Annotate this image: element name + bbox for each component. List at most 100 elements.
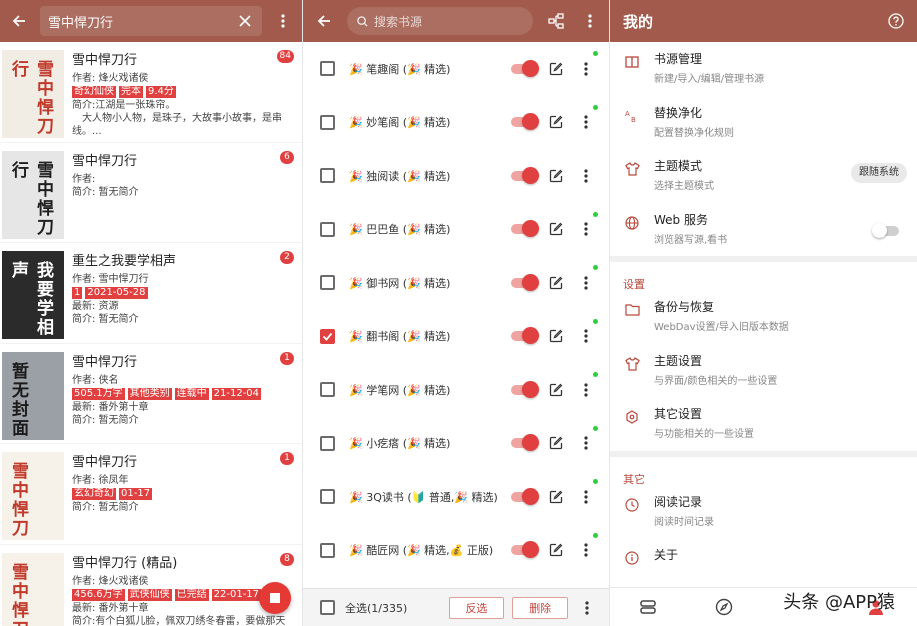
- source-more-button[interactable]: [579, 543, 593, 557]
- delete-button[interactable]: 删除: [512, 596, 569, 619]
- invert-selection-button[interactable]: 反选: [448, 596, 505, 619]
- source-checkbox[interactable]: [320, 168, 335, 184]
- source-name: 🎉 御书网 (🎉 精选): [349, 276, 451, 290]
- source-more-button[interactable]: [579, 490, 593, 504]
- nav-discover[interactable]: [686, 598, 762, 616]
- theme-mode-chip[interactable]: 跟随系统: [851, 163, 907, 183]
- edit-source-button[interactable]: [549, 222, 569, 236]
- select-all-checkbox[interactable]: [320, 600, 335, 615]
- book-info: 雪中悍刀行 作者: 简介: 暂无简介: [64, 151, 302, 243]
- source-row[interactable]: 🎉 酷匠网 (🎉 精选,💰 正版): [303, 524, 609, 578]
- menu-item[interactable]: 备份与恢复 WebDav设置/导入旧版本数据: [610, 290, 917, 344]
- edit-source-button[interactable]: [549, 543, 569, 557]
- source-checkbox[interactable]: [320, 382, 335, 398]
- online-indicator: [593, 532, 598, 538]
- source-more-button[interactable]: [579, 169, 593, 183]
- menu-item[interactable]: 其它设置 与功能相关的一些设置: [610, 397, 917, 451]
- source-checkbox[interactable]: [320, 489, 335, 505]
- book-line: 最新: 资源: [72, 301, 119, 312]
- menu-item[interactable]: 书源管理 新建/导入/编辑/管理书源: [610, 42, 917, 96]
- stop-search-button[interactable]: [259, 582, 291, 614]
- menu-item-text: 书源管理 新建/导入/编辑/管理书源: [654, 51, 917, 87]
- help-button[interactable]: [879, 4, 913, 38]
- edit-source-button[interactable]: [549, 436, 569, 450]
- source-more-button[interactable]: [579, 62, 593, 76]
- menu-item[interactable]: 主题模式 选择主题模式 跟随系统: [610, 149, 917, 203]
- source-more-button[interactable]: [579, 115, 593, 129]
- edit-source-button[interactable]: [549, 490, 569, 504]
- back-button[interactable]: [2, 4, 36, 38]
- source-more-button[interactable]: [579, 222, 593, 236]
- edit-source-button[interactable]: [549, 383, 569, 397]
- source-row[interactable]: 🎉 翻书阁 (🎉 精选): [303, 310, 609, 364]
- book-tag: 其他类别: [127, 387, 172, 400]
- batch-more-button[interactable]: [580, 600, 594, 615]
- search-input[interactable]: 雪中悍刀行: [40, 6, 262, 36]
- source-more-button[interactable]: [579, 329, 593, 343]
- book-row[interactable]: 雪中悍刀行 雪中悍刀行 作者: 简介: 暂无简介 6: [0, 143, 302, 243]
- source-more-button[interactable]: [579, 383, 593, 397]
- group-button[interactable]: [539, 4, 573, 38]
- book-row[interactable]: 我要学相声 重生之我要学相声 作者: 雪中悍刀行 1 2021-05-28 最新:…: [0, 243, 302, 344]
- source-row[interactable]: 🎉 御书网 (🎉 精选): [303, 256, 609, 310]
- book-cover: 雪中悍刀: [2, 452, 64, 540]
- source-enable-switch[interactable]: [511, 113, 539, 131]
- source-row[interactable]: 🎉 小疙瘩 (🎉 精选): [303, 417, 609, 471]
- book-row[interactable]: 雪中悍刀 雪中悍刀行 作者: 徐凤年 玄幻奇幻 01-17 简介: 暂无简介 1: [0, 444, 302, 545]
- edit-source-button[interactable]: [549, 169, 569, 183]
- menu-item[interactable]: 阅读记录 阅读时间记录: [610, 484, 917, 538]
- edit-source-button[interactable]: [549, 276, 569, 290]
- book-line: 最新: 番外第十章: [72, 401, 149, 413]
- book-row[interactable]: 雪中悍刀行 雪中悍刀行 作者: 烽火戏诸侯 奇幻仙侠 完本 9.4分 简介:江湖是一…: [0, 42, 302, 143]
- source-row[interactable]: 🎉 巴巴鱼 (🎉 精选): [303, 203, 609, 257]
- source-enable-switch[interactable]: [511, 487, 539, 505]
- cover-title: 雪中悍刀行: [8, 60, 53, 136]
- source-checkbox[interactable]: [320, 114, 335, 130]
- menu-item[interactable]: 关于: [610, 538, 917, 592]
- source-enable-switch[interactable]: [511, 166, 539, 184]
- source-checkbox[interactable]: [320, 542, 335, 558]
- source-enable-switch[interactable]: [511, 434, 539, 452]
- book-author: 作者: 烽火戏诸侯: [72, 73, 149, 84]
- source-row[interactable]: 🎉 独阅读 (🎉 精选): [303, 149, 609, 203]
- edit-source-button[interactable]: [549, 329, 569, 343]
- menu-item-text: 阅读记录 阅读时间记录: [654, 494, 917, 530]
- edit-source-button[interactable]: [549, 62, 569, 76]
- source-more-button[interactable]: [579, 436, 593, 450]
- source-checkbox[interactable]: [320, 435, 335, 451]
- book-cover: 雪中悍刀: [2, 552, 64, 626]
- source-checkbox[interactable]: [320, 221, 335, 237]
- source-enable-switch[interactable]: [511, 327, 539, 345]
- more-vert-icon: [584, 222, 588, 236]
- source-enable-switch[interactable]: [511, 220, 539, 238]
- nav-bookshelf[interactable]: [610, 598, 686, 616]
- book-row[interactable]: 暂无封面 雪中悍刀行 作者: 侠名 505.1万字 其他类别 连载中 21-12-04…: [0, 344, 302, 444]
- source-enable-switch[interactable]: [511, 59, 539, 77]
- source-enable-switch[interactable]: [511, 541, 539, 559]
- source-checkbox[interactable]: [320, 61, 335, 77]
- source-row[interactable]: 🎉 学笔网 (🎉 精选): [303, 363, 609, 417]
- more-menu-button[interactable]: [573, 4, 607, 38]
- clear-button[interactable]: [228, 4, 262, 38]
- web-service-switch[interactable]: [872, 222, 899, 238]
- menu-item[interactable]: 主题设置 与界面/颜色相关的一些设置: [610, 343, 917, 397]
- edit-source-button[interactable]: [549, 115, 569, 129]
- menu-item[interactable]: Web 服务 浏览器写源,看书: [610, 202, 917, 256]
- menu-item[interactable]: AB 替换净化 配置替换净化规则: [610, 95, 917, 149]
- source-enable-switch[interactable]: [511, 273, 539, 291]
- menu-item-title: 备份与恢复: [654, 300, 715, 314]
- source-enable-switch[interactable]: [511, 380, 539, 398]
- source-checkbox[interactable]: [320, 275, 335, 291]
- book-row[interactable]: 雪中悍刀 雪中悍刀行 (精品) 作者: 烽火戏诸侯 456.6万字 武侠仙侠 已完结…: [0, 545, 302, 626]
- book-tag: 完本: [119, 86, 143, 98]
- source-row[interactable]: 🎉 3Q读书 (🔰 普通,🎉 精选): [303, 470, 609, 524]
- more-menu-button[interactable]: [266, 4, 300, 38]
- mine-menu-top: 书源管理 新建/导入/编辑/管理书源 AB 替换净化 配置替换净化规则 主题模式…: [610, 42, 917, 256]
- source-row[interactable]: 🎉 笔趣阁 (🎉 精选): [303, 42, 609, 96]
- source-search-input[interactable]: 搜索书源: [347, 7, 533, 35]
- back-button[interactable]: [307, 4, 341, 38]
- book-line: 简介: 暂无简介: [72, 314, 139, 325]
- source-checkbox[interactable]: [320, 328, 335, 344]
- source-more-button[interactable]: [579, 276, 593, 290]
- source-row[interactable]: 🎉 妙笔阁 (🎉 精选): [303, 96, 609, 150]
